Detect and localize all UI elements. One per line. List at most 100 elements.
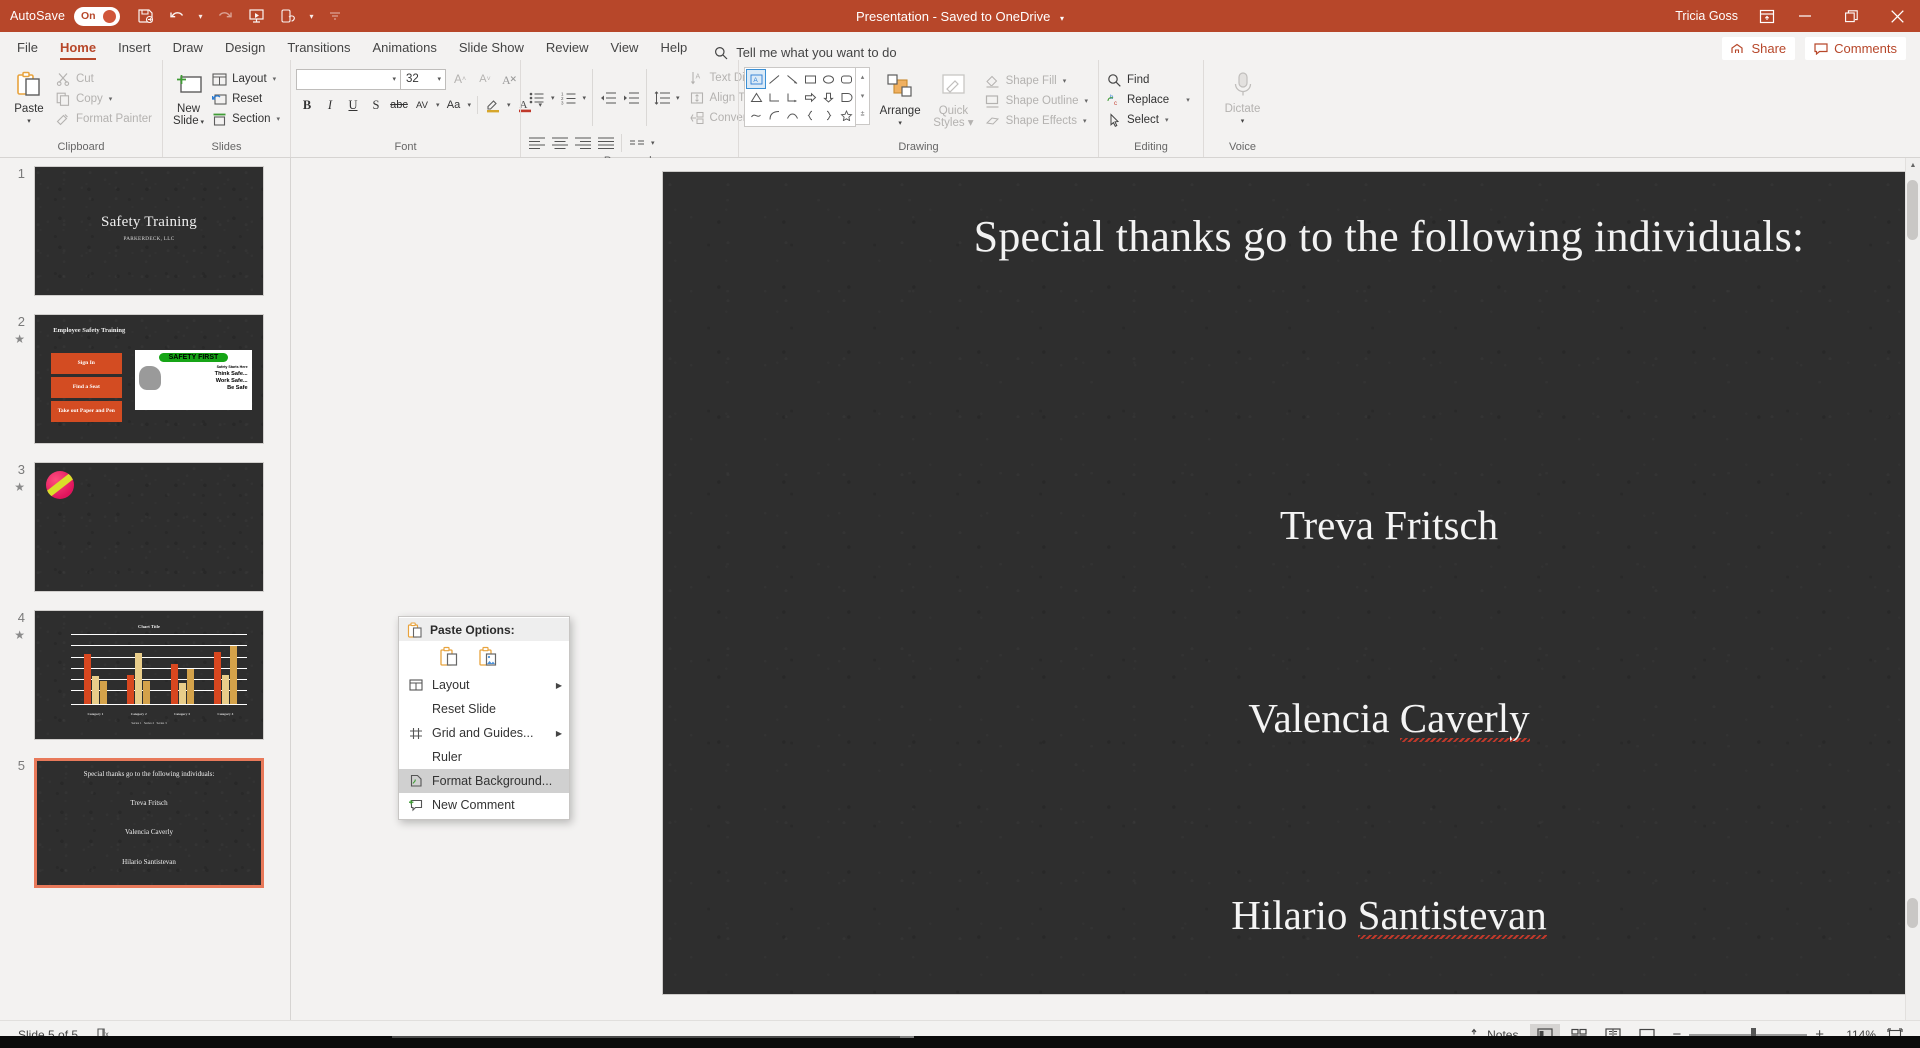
decrease-font-size-button[interactable]: A ˅ (474, 68, 496, 90)
line-spacing-button[interactable] (651, 87, 673, 109)
touch-mode-caret[interactable]: ▾ (305, 3, 318, 29)
slide-name-1[interactable]: Treva Fritsch (750, 501, 1920, 549)
new-slide-caret[interactable]: ▾ (199, 119, 205, 126)
shape-right-arrow-icon[interactable] (801, 88, 819, 106)
close-button[interactable] (1874, 0, 1920, 32)
tab-view[interactable]: View (600, 36, 650, 60)
underline-button[interactable]: U (342, 94, 364, 116)
slide-name-2[interactable]: Valencia Caverly (750, 694, 1920, 742)
scroll-up-icon[interactable]: ▲ (1906, 158, 1920, 173)
tab-review[interactable]: Review (535, 36, 600, 60)
thumbnail-item-1[interactable]: 1 Safety Training PARKERDECK, LLC (0, 166, 290, 296)
misspelled-word-caverly[interactable]: Caverly (1400, 695, 1530, 741)
ribbon-display-options-icon[interactable] (1752, 1, 1782, 31)
tab-design[interactable]: Design (214, 36, 276, 60)
document-title[interactable]: Presentation - Saved to OneDrive (856, 9, 1050, 24)
user-account-name[interactable]: Tricia Goss (1675, 9, 1738, 23)
start-from-beginning-icon[interactable] (241, 3, 271, 29)
increase-font-size-button[interactable]: A ˄ (449, 68, 471, 90)
select-button[interactable]: Select ▾ (1104, 110, 1195, 130)
slide-title-placeholder[interactable]: Special thanks go to the following indiv… (750, 211, 1920, 262)
shapes-grid[interactable]: A (744, 67, 856, 127)
arrange-caret[interactable]: ▾ (898, 118, 902, 130)
shapes-gallery-scrollbar[interactable]: ▴ ▾ ⩲ (856, 67, 870, 125)
reset-button[interactable]: Reset (209, 89, 285, 109)
columns-button[interactable] (626, 132, 648, 154)
decrease-indent-button[interactable] (597, 87, 619, 109)
character-spacing-button[interactable]: AV (411, 94, 433, 116)
tab-insert[interactable]: Insert (107, 36, 162, 60)
slide-name-3[interactable]: Hilario Santistevan (750, 891, 1920, 939)
paste-dropdown-caret[interactable]: ▾ (27, 116, 31, 128)
shape-flowchart-icon[interactable] (837, 88, 855, 106)
undo-icon[interactable] (162, 3, 192, 29)
new-slide-button[interactable]: New Slide ▾ (168, 65, 209, 129)
thumbnail-item-4[interactable]: 4 ★ Chart Title Category 1 Category 2 Ca… (0, 610, 290, 740)
shape-line-icon[interactable] (765, 70, 783, 88)
shape-rectangle-icon[interactable] (801, 70, 819, 88)
numbering-button[interactable]: 123 (558, 87, 580, 109)
shape-elbow-arrow-icon[interactable] (783, 88, 801, 106)
numbering-caret[interactable]: ▾ (581, 94, 589, 102)
tab-home[interactable]: Home (49, 36, 107, 60)
font-size-input[interactable]: 32 ▾ (401, 68, 446, 90)
thumbnail-frame-4[interactable]: Chart Title Category 1 Category 2 Catego… (34, 610, 264, 740)
touch-mode-icon[interactable] (273, 3, 303, 29)
line-spacing-caret[interactable]: ▾ (674, 94, 682, 102)
scrollbar-thumb-top[interactable] (1907, 180, 1918, 240)
bold-button[interactable]: B (296, 94, 318, 116)
text-highlight-color-button[interactable] (482, 94, 504, 116)
thumbnail-item-5[interactable]: 5 Special thanks go to the following ind… (0, 758, 290, 888)
context-menu-item-new-comment[interactable]: New Comment (399, 793, 569, 817)
layout-button[interactable]: Layout ▾ (209, 69, 285, 89)
find-button[interactable]: Find (1104, 70, 1195, 90)
tab-help[interactable]: Help (649, 36, 698, 60)
arrange-button[interactable]: Arrange ▾ (876, 67, 924, 130)
slide-editing-stage[interactable]: Special thanks go to the following indiv… (291, 158, 1920, 1020)
shape-elbow-connector-icon[interactable] (765, 88, 783, 106)
shapes-gallery[interactable]: A ▴ ▾ ⩲ (744, 67, 870, 127)
font-size-caret[interactable]: ▾ (435, 75, 443, 83)
paste-picture-icon[interactable] (476, 645, 499, 668)
share-button[interactable]: Share (1722, 37, 1796, 60)
clear-formatting-button[interactable]: A (499, 68, 521, 90)
shape-scribble-icon[interactable] (747, 106, 765, 124)
shape-text-box-icon[interactable]: A (746, 69, 766, 89)
shapes-scroll-up-icon[interactable]: ▴ (856, 68, 869, 86)
font-name-caret[interactable]: ▾ (390, 75, 398, 83)
document-title-caret[interactable]: ▾ (1060, 14, 1064, 23)
bullets-button[interactable] (526, 87, 548, 109)
shape-right-brace-icon[interactable] (819, 106, 837, 124)
context-menu-item-grid-and-guides[interactable]: Grid and Guides... ▶ (399, 721, 569, 745)
text-shadow-button[interactable]: S (365, 94, 387, 116)
replace-caret[interactable]: ▾ (1186, 96, 1190, 104)
thumbnail-frame-2[interactable]: Employee Safety Training Sign In Find a … (34, 314, 264, 444)
slide-canvas[interactable]: Special thanks go to the following indiv… (663, 172, 1920, 994)
justify-button[interactable] (595, 132, 617, 154)
paste-use-destination-theme-icon[interactable] (437, 645, 460, 668)
context-menu-item-layout[interactable]: Layout ▶ (399, 673, 569, 697)
replace-button[interactable]: bc Replace ▾ (1104, 90, 1195, 110)
slide-context-menu[interactable]: Paste Options: Layout ▶ Reset Slide Grid… (398, 616, 570, 820)
shapes-more-icon[interactable]: ⩲ (856, 106, 869, 124)
strikethrough-button[interactable]: abc (388, 94, 410, 116)
thumbnail-frame-5[interactable]: Special thanks go to the following indiv… (34, 758, 264, 888)
font-name-input[interactable]: ▾ (296, 68, 401, 90)
align-center-button[interactable] (549, 132, 571, 154)
slide-vertical-scrollbar[interactable]: ▲ (1905, 158, 1920, 1020)
minimize-button[interactable] (1782, 0, 1828, 32)
comments-button[interactable]: Comments (1805, 37, 1906, 60)
increase-indent-button[interactable] (620, 87, 642, 109)
shape-rounded-rectangle-icon[interactable] (837, 70, 855, 88)
select-caret[interactable]: ▾ (1165, 116, 1169, 124)
columns-caret[interactable]: ▾ (649, 139, 657, 147)
misspelled-word-santistevan[interactable]: Santistevan (1358, 892, 1547, 938)
shape-triangle-icon[interactable] (747, 88, 765, 106)
shape-curve-icon[interactable] (765, 106, 783, 124)
slide-thumbnail-pane[interactable]: 1 Safety Training PARKERDECK, LLC 2 ★ Em… (0, 158, 291, 1020)
align-left-button[interactable] (526, 132, 548, 154)
tab-file[interactable]: File (6, 36, 49, 60)
change-case-button[interactable]: Aa (443, 94, 465, 116)
context-menu-item-ruler[interactable]: Ruler (399, 745, 569, 769)
character-spacing-caret[interactable]: ▾ (434, 101, 442, 109)
